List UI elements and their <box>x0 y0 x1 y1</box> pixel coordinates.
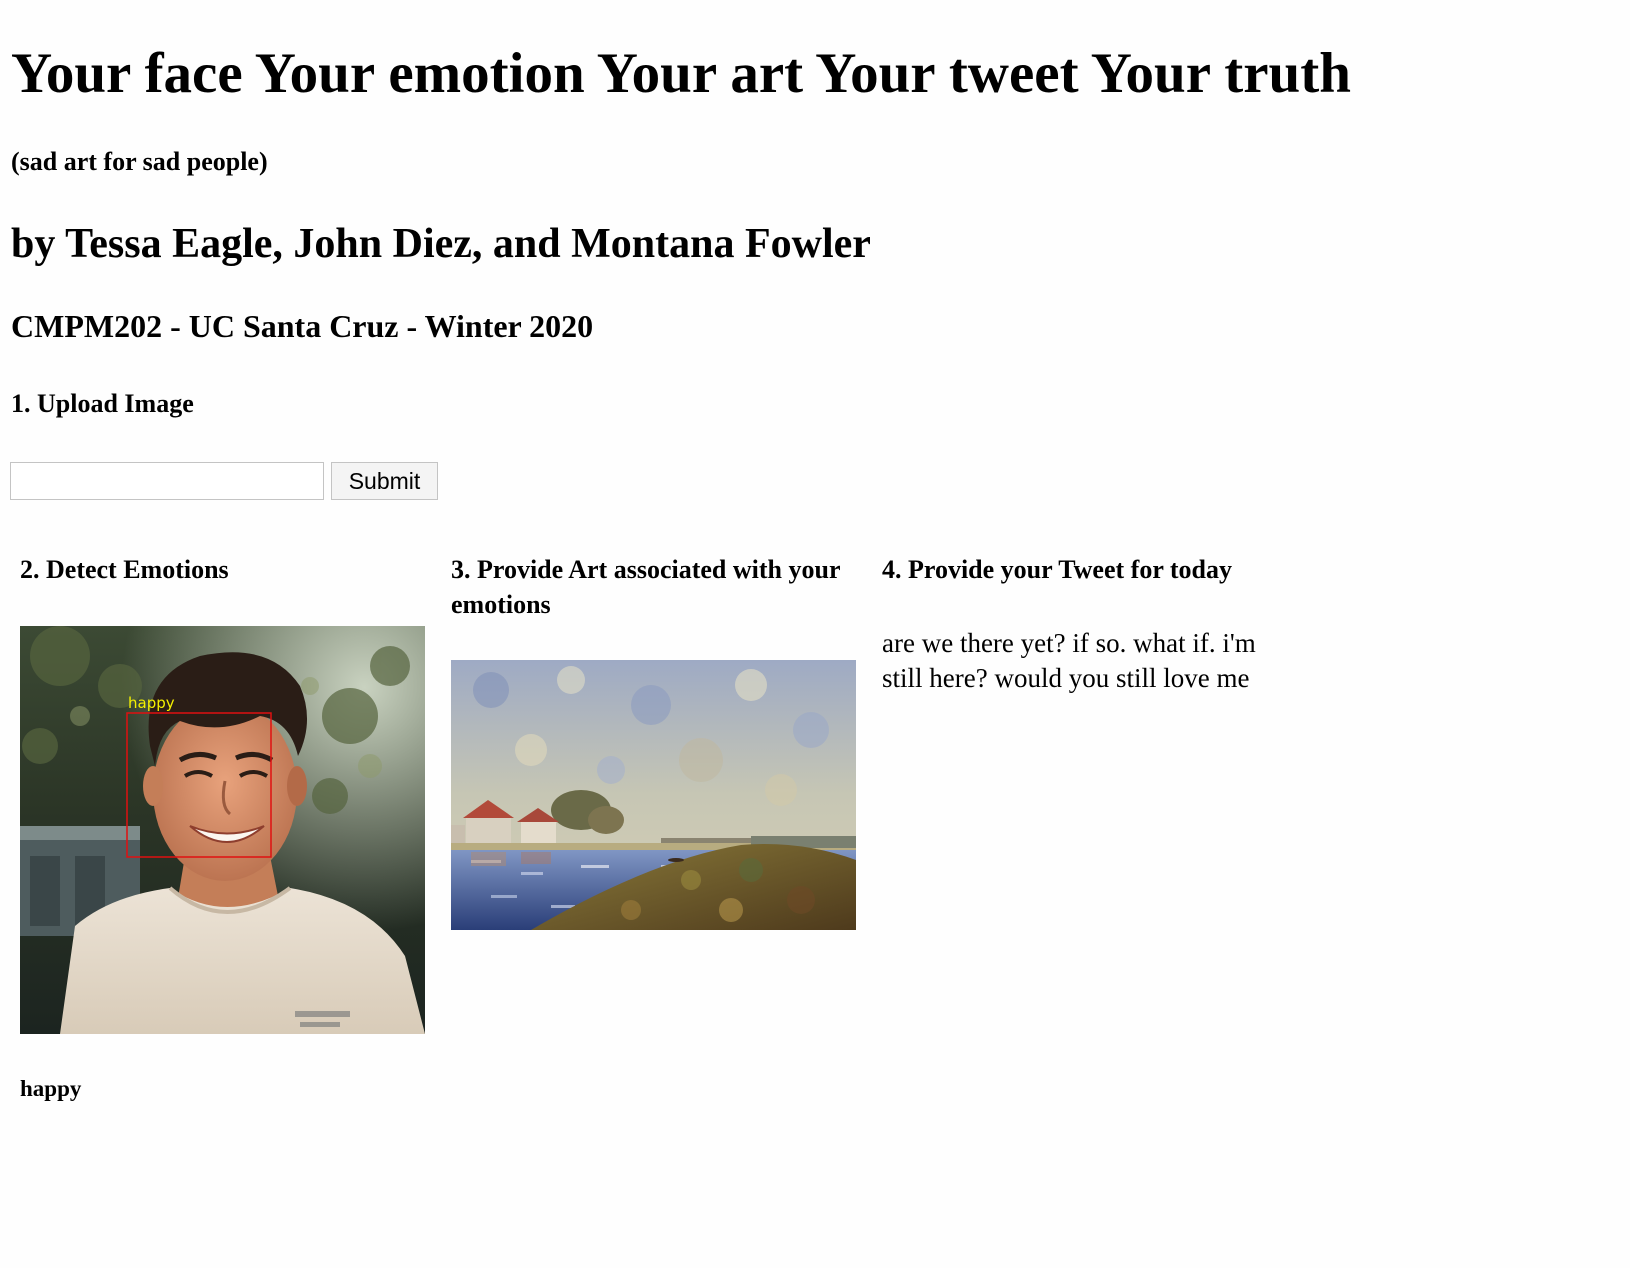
page-subtitle: (sad art for sad people) <box>11 147 268 176</box>
art-image <box>451 660 856 930</box>
face-photo: happy <box>20 626 425 1034</box>
submit-button[interactable]: Submit <box>331 462 438 500</box>
course-heading: CMPM202 - UC Santa Cruz - Winter 2020 <box>11 308 594 344</box>
authors-heading: by Tessa Eagle, John Diez, and Montana F… <box>11 221 871 267</box>
tweet-text: are we there yet? if so. what if. i'm st… <box>882 628 1256 693</box>
image-url-input[interactable] <box>10 462 324 500</box>
detect-emotions-heading: 2. Detect Emotions <box>20 555 229 584</box>
upload-heading: 1. Upload Image <box>11 389 194 418</box>
page-title: Your face Your emotion Your art Your twe… <box>11 42 1351 105</box>
face-detection-label: happy <box>128 694 175 712</box>
detected-emotion-text: happy <box>20 1076 82 1101</box>
art-heading: 3. Provide Art associated with your emot… <box>451 555 841 619</box>
tweet-heading: 4. Provide your Tweet for today <box>882 555 1233 584</box>
